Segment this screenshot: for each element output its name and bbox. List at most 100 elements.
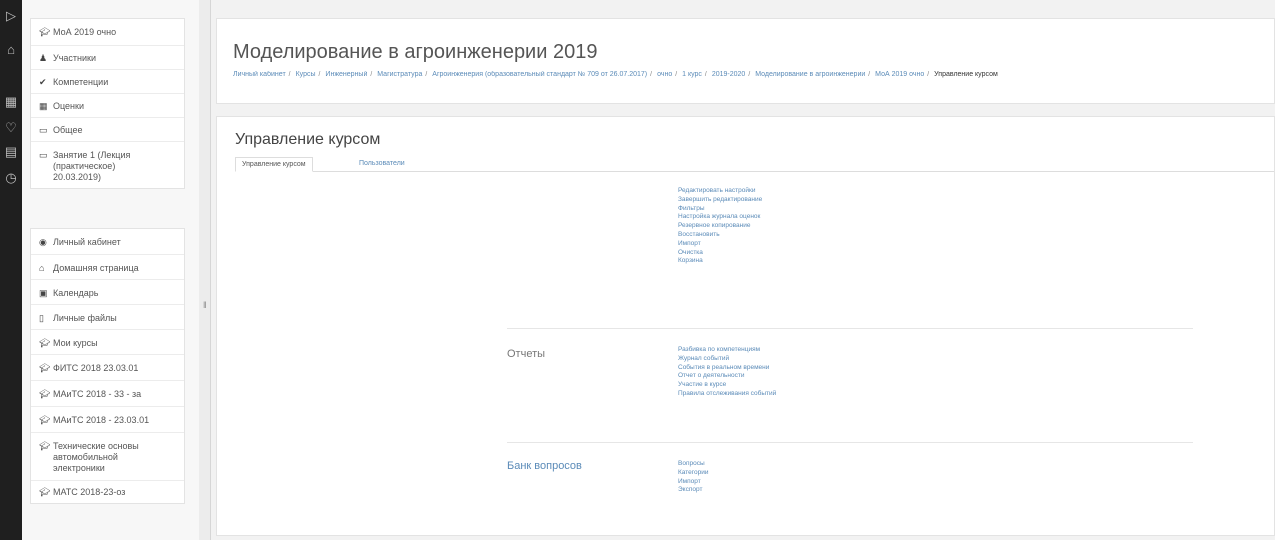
link-restore[interactable]: Восстановить	[678, 231, 762, 240]
breadcrumb-link[interactable]: Курсы	[296, 71, 316, 78]
nav-item-general[interactable]: ▭ Общее	[31, 118, 184, 142]
link-qbank-export[interactable]: Экспорт	[678, 486, 709, 495]
link-import[interactable]: Импорт	[678, 240, 762, 249]
nav-item-label: Занятие 1 (Лекция (практическое) 20.03.2…	[53, 150, 131, 182]
nav-item-calendar[interactable]: ▣ Календарь	[31, 280, 184, 305]
divider	[507, 328, 1193, 329]
breadcrumb-link[interactable]: 1 курс	[682, 71, 702, 78]
dashboard-icon: ◉	[39, 237, 47, 247]
card-icon[interactable]: ▤	[3, 144, 19, 160]
link-live-logs[interactable]: События в реальном времени	[678, 364, 776, 373]
folder-icon: ▭	[39, 150, 48, 160]
nav-item-dashboard[interactable]: ◉ Личный кабинет	[31, 229, 184, 255]
question-bank-label[interactable]: Банк вопросов	[507, 460, 582, 472]
nav-item-label: Личные файлы	[53, 313, 117, 323]
graduation-cap-icon: 🎓︎	[39, 27, 51, 37]
breadcrumb-link[interactable]: Магистратура	[377, 71, 422, 78]
file-icon: ▯	[39, 313, 44, 323]
nav-item-course[interactable]: 🎓︎ МоА 2019 очно	[31, 19, 184, 46]
breadcrumb-current: Управление курсом	[934, 71, 998, 78]
link-event-monitoring[interactable]: Правила отслеживания событий	[678, 390, 776, 399]
breadcrumb-link[interactable]: 2019-2020	[712, 71, 745, 78]
nav-item-label: Оценки	[53, 101, 84, 111]
breadcrumb-link[interactable]: Личный кабинет	[233, 71, 286, 78]
tab-users[interactable]: Пользователи	[353, 157, 411, 172]
nav-item-label: МАиТС 2018 - 23.03.01	[53, 415, 150, 425]
nav-item-competencies[interactable]: ✔ Компетенции	[31, 70, 184, 94]
clock-icon[interactable]: ◷	[3, 170, 19, 186]
nav-item-label: Технические основы автомобильной электро…	[53, 441, 139, 473]
breadcrumb-link[interactable]: Инженерный	[325, 71, 367, 78]
divider	[507, 442, 1193, 443]
nav-item-label: Общее	[53, 125, 83, 135]
link-reset[interactable]: Очистка	[678, 249, 762, 258]
question-bank-links: Вопросы Категории Импорт Экспорт	[678, 460, 709, 495]
home-icon: ⌂	[39, 263, 45, 273]
link-finish-editing[interactable]: Завершить редактирование	[678, 196, 762, 205]
link-backup[interactable]: Резервное копирование	[678, 222, 762, 231]
nav-item-course-link[interactable]: 🎓︎ МАиТС 2018 - 33 - за	[31, 381, 184, 407]
reports-label: Отчеты	[507, 348, 546, 360]
graduation-cap-icon: 🎓︎	[39, 363, 51, 373]
reports-links: Разбивка по компетенциям Журнал событий …	[678, 346, 776, 399]
nav-item-files[interactable]: ▯ Личные файлы	[31, 305, 184, 330]
nav-item-lesson-1[interactable]: ▭ Занятие 1 (Лекция (практическое) 20.03…	[31, 142, 184, 188]
page-header: Моделирование в агроинженерии 2019 Личны…	[216, 18, 1275, 104]
nav-item-course-link[interactable]: 🎓︎ МАТС 2018-23-оз	[31, 481, 184, 503]
nav-item-grades[interactable]: ▦ Оценки	[31, 94, 184, 118]
link-qbank-import[interactable]: Импорт	[678, 478, 709, 487]
nav-item-label: Мои курсы	[53, 338, 98, 348]
nav-item-my-courses[interactable]: 🎓︎ Мои курсы	[31, 330, 184, 355]
breadcrumb-link[interactable]: МоА 2019 очно	[875, 71, 924, 78]
grades-icon: ▦	[39, 101, 48, 111]
breadcrumb-link[interactable]: Моделирование в агроинженерии	[755, 71, 865, 78]
link-edit-settings[interactable]: Редактировать настройки	[678, 187, 762, 196]
link-categories[interactable]: Категории	[678, 469, 709, 478]
graduation-cap-icon: 🎓︎	[39, 389, 51, 399]
nav-item-home[interactable]: ⌂ Домашняя страница	[31, 255, 184, 280]
icon-rail: ▷ ⌂ ▦ ♡ ▤ ◷	[0, 0, 22, 540]
nav-item-label: Домашняя страница	[53, 263, 139, 273]
link-event-log[interactable]: Журнал событий	[678, 355, 776, 364]
breadcrumb-link[interactable]: Агроинженерия (образовательный стандарт …	[432, 71, 647, 78]
nav-item-course-link[interactable]: 🎓︎ ФИТС 2018 23.03.01	[31, 355, 184, 381]
link-gradebook-setup[interactable]: Настройка журнала оценок	[678, 213, 762, 222]
nav-item-label: Календарь	[53, 288, 99, 298]
breadcrumb-link[interactable]: очно	[657, 71, 672, 78]
site-nav: ◉ Личный кабинет ⌂ Домашняя страница ▣ К…	[30, 228, 185, 504]
graduation-cap-icon: 🎓︎	[39, 415, 51, 425]
link-activity-report[interactable]: Отчет о деятельности	[678, 372, 776, 381]
course-nav: 🎓︎ МоА 2019 очно ♟ Участники ✔ Компетенц…	[30, 18, 185, 189]
link-recycle-bin[interactable]: Корзина	[678, 257, 762, 266]
play-icon[interactable]: ▷	[3, 8, 19, 24]
graduation-cap-icon: 🎓︎	[39, 487, 51, 497]
home-icon[interactable]: ⌂	[3, 42, 19, 58]
nav-item-course-link[interactable]: 🎓︎ МАиТС 2018 - 23.03.01	[31, 407, 184, 433]
breadcrumb: Личный кабинет / Курсы / Инженерный / Магис…	[233, 71, 998, 78]
link-course-participation[interactable]: Участие в курсе	[678, 381, 776, 390]
link-questions[interactable]: Вопросы	[678, 460, 709, 469]
nav-item-label: МАТС 2018-23-оз	[53, 487, 126, 497]
graduation-cap-icon: 🎓︎	[39, 338, 51, 348]
heart-icon[interactable]: ♡	[3, 120, 19, 136]
page-title: Моделирование в агроинженерии 2019	[233, 41, 598, 63]
grip-icon[interactable]: ‖	[203, 300, 207, 310]
nav-item-participants[interactable]: ♟ Участники	[31, 46, 184, 70]
course-links: Редактировать настройки Завершить редакт…	[678, 187, 762, 266]
tab-bar: Управление курсом Пользователи	[235, 157, 1274, 172]
calendar-icon: ▣	[39, 288, 48, 298]
nav-item-course-link[interactable]: 🎓︎ Технические основы автомобильной элек…	[31, 433, 184, 481]
grid-icon[interactable]: ▦	[3, 94, 19, 110]
folder-icon: ▭	[39, 125, 48, 135]
link-competency-breakdown[interactable]: Разбивка по компетенциям	[678, 346, 776, 355]
nav-item-label: ФИТС 2018 23.03.01	[53, 363, 139, 373]
nav-item-label: МАиТС 2018 - 33 - за	[53, 389, 142, 399]
nav-item-label: Участники	[53, 53, 96, 63]
nav-item-label: Компетенции	[53, 77, 109, 87]
nav-item-label: Личный кабинет	[53, 237, 121, 247]
graduation-cap-icon: 🎓︎	[39, 441, 51, 451]
users-icon: ♟	[39, 53, 48, 63]
course-admin-panel: Управление курсом Управление курсом Поль…	[216, 116, 1275, 536]
sidebar-splitter[interactable]: ‖	[199, 0, 211, 540]
tab-course-admin[interactable]: Управление курсом	[235, 157, 313, 172]
